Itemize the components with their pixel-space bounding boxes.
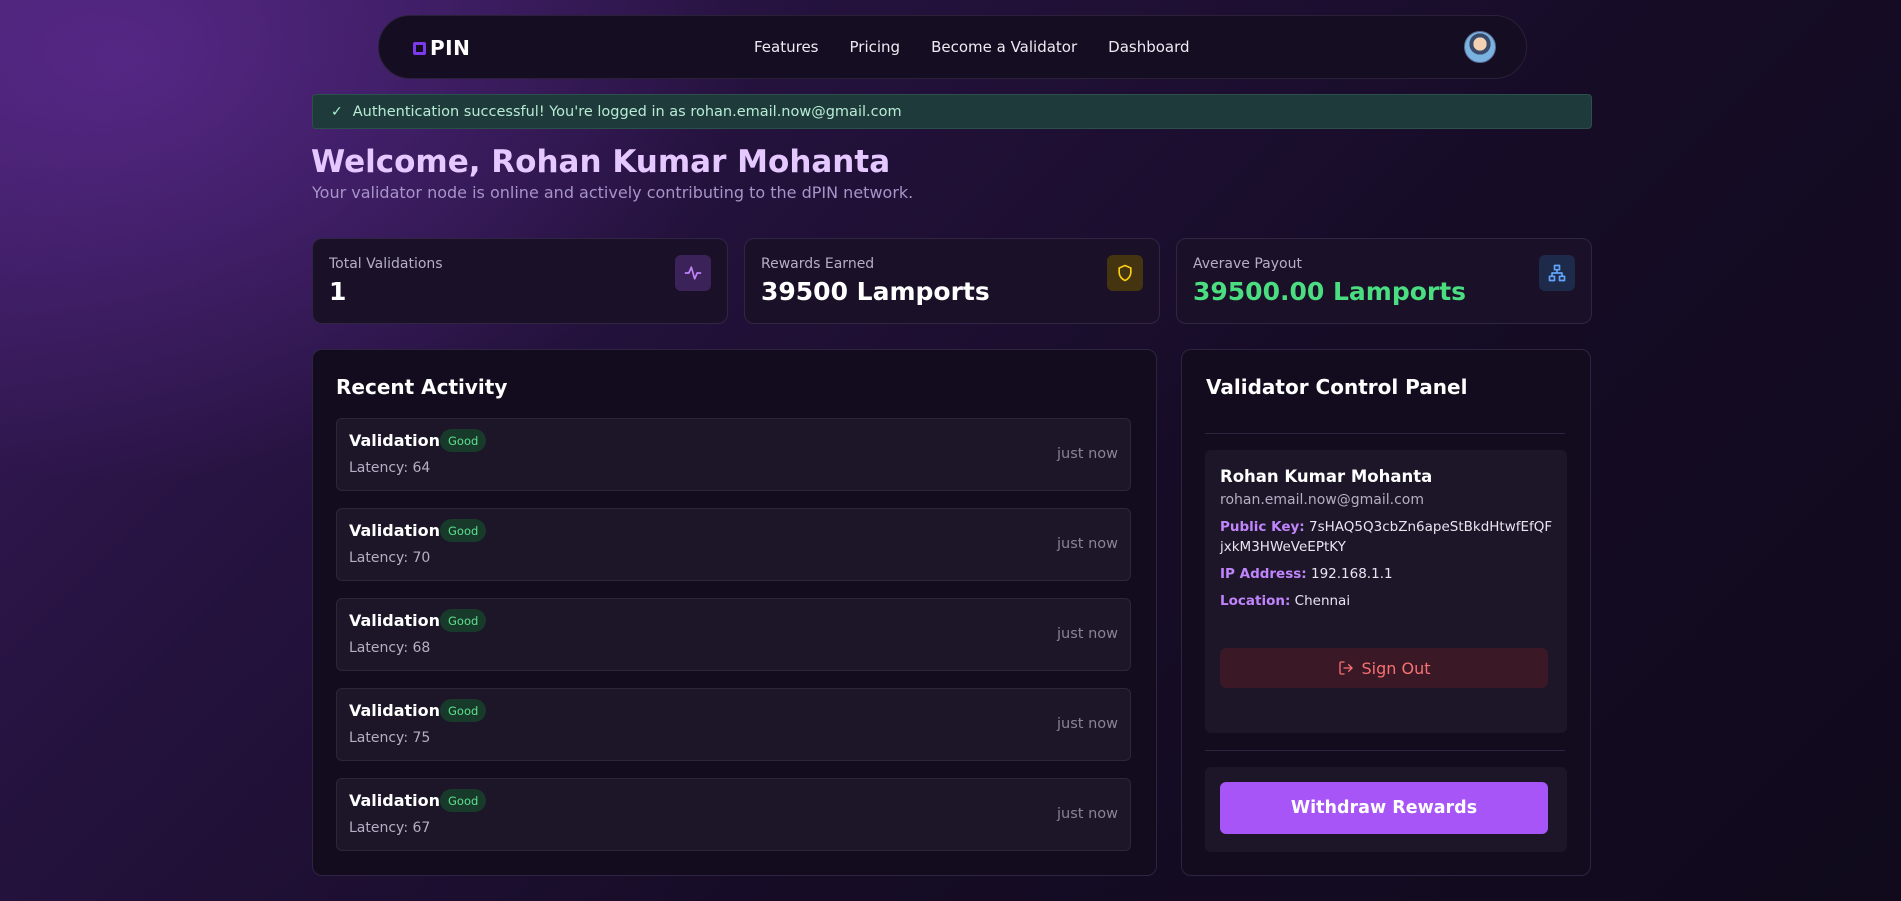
withdraw-rewards-button[interactable]: Withdraw Rewards — [1220, 782, 1548, 834]
activity-latency: Latency: 68 — [349, 640, 431, 656]
shield-icon — [1107, 255, 1143, 291]
public-key-label: Public Key: — [1220, 519, 1305, 535]
stat-label: Rewards Earned — [761, 256, 875, 272]
nav-link-become-validator[interactable]: Become a Validator — [931, 38, 1077, 56]
page-subtitle: Your validator node is online and active… — [312, 183, 914, 202]
validator-email: rohan.email.now@gmail.com — [1220, 492, 1424, 508]
validator-control-panel: Validator Control Panel Rohan Kumar Moha… — [1181, 349, 1591, 876]
brand-logo[interactable]: PIN — [413, 36, 470, 60]
withdraw-section: Withdraw Rewards — [1205, 767, 1567, 852]
stat-label: Total Validations — [329, 256, 443, 272]
activity-latency: Latency: 75 — [349, 730, 431, 746]
activity-name: Validation — [349, 791, 441, 810]
user-avatar[interactable] — [1464, 31, 1496, 63]
nav-link-dashboard[interactable]: Dashboard — [1108, 38, 1189, 56]
page-title: Welcome, Rohan Kumar Mohanta — [311, 144, 891, 180]
activity-item: Validation Good Latency: 67 just now — [336, 778, 1131, 851]
nav-link-pricing[interactable]: Pricing — [850, 38, 901, 56]
activity-item: Validation Good Latency: 70 just now — [336, 508, 1131, 581]
activity-icon — [675, 255, 711, 291]
public-key-row: Public Key: 7sHAQ5Q3cbZn6apeStBkdHtwfEfQ… — [1220, 517, 1555, 557]
activity-item: Validation Good Latency: 75 just now — [336, 688, 1131, 761]
stat-card-total-validations: Total Validations 1 — [312, 238, 728, 324]
activity-latency: Latency: 70 — [349, 550, 431, 566]
brand-name: PIN — [430, 36, 471, 60]
sign-out-button[interactable]: Sign Out — [1220, 648, 1548, 688]
activity-time: just now — [1057, 626, 1118, 642]
sign-out-icon — [1338, 661, 1353, 675]
status-badge: Good — [440, 789, 487, 812]
status-badge: Good — [440, 429, 487, 452]
sign-out-label: Sign Out — [1361, 658, 1431, 678]
activity-latency: Latency: 67 — [349, 820, 431, 836]
activity-latency: Latency: 64 — [349, 460, 431, 476]
check-icon: ✓ — [331, 103, 343, 120]
stat-card-rewards-earned: Rewards Earned 39500 Lamports — [744, 238, 1160, 324]
activity-name: Validation — [349, 701, 441, 720]
status-badge: Good — [440, 699, 487, 722]
divider — [1205, 750, 1565, 751]
ip-address-value: 192.168.1.1 — [1310, 566, 1393, 582]
recent-activity-panel: Recent Activity Validation Good Latency:… — [312, 349, 1157, 876]
activity-time: just now — [1057, 716, 1118, 732]
stat-value: 39500 Lamports — [761, 277, 990, 306]
activity-name: Validation — [349, 521, 441, 540]
validator-name: Rohan Kumar Mohanta — [1220, 467, 1433, 486]
activity-time: just now — [1057, 446, 1118, 462]
network-icon — [1539, 255, 1575, 291]
location-value: Chennai — [1294, 593, 1351, 609]
stat-value: 1 — [329, 277, 347, 306]
divider — [1205, 433, 1565, 434]
ip-address-row: IP Address: 192.168.1.1 — [1220, 564, 1555, 584]
activity-time: just now — [1057, 806, 1118, 822]
status-badge: Good — [440, 519, 487, 542]
nav-link-features[interactable]: Features — [754, 38, 819, 56]
top-navbar: PIN Features Pricing Become a Validator … — [378, 15, 1527, 79]
brand-mark-icon — [413, 41, 426, 55]
control-panel-title: Validator Control Panel — [1206, 375, 1468, 399]
auth-success-alert: ✓ Authentication successful! You're logg… — [312, 94, 1592, 129]
activity-item: Validation Good Latency: 68 just now — [336, 598, 1131, 671]
validator-profile-card: Rohan Kumar Mohanta rohan.email.now@gmai… — [1205, 450, 1567, 733]
recent-activity-title: Recent Activity — [336, 375, 508, 399]
ip-address-label: IP Address: — [1220, 566, 1307, 582]
activity-name: Validation — [349, 431, 441, 450]
activity-name: Validation — [349, 611, 441, 630]
status-badge: Good — [440, 609, 487, 632]
stat-label: Averave Payout — [1193, 256, 1302, 272]
stat-card-average-payout: Averave Payout 39500.00 Lamports — [1176, 238, 1592, 324]
alert-message: Authentication successful! You're logged… — [352, 103, 902, 120]
location-row: Location: Chennai — [1220, 591, 1555, 611]
activity-item: Validation Good Latency: 64 just now — [336, 418, 1131, 491]
nav-links: Features Pricing Become a Validator Dash… — [754, 38, 1221, 56]
location-label: Location: — [1220, 593, 1291, 609]
activity-time: just now — [1057, 536, 1118, 552]
stat-value: 39500.00 Lamports — [1193, 277, 1467, 306]
